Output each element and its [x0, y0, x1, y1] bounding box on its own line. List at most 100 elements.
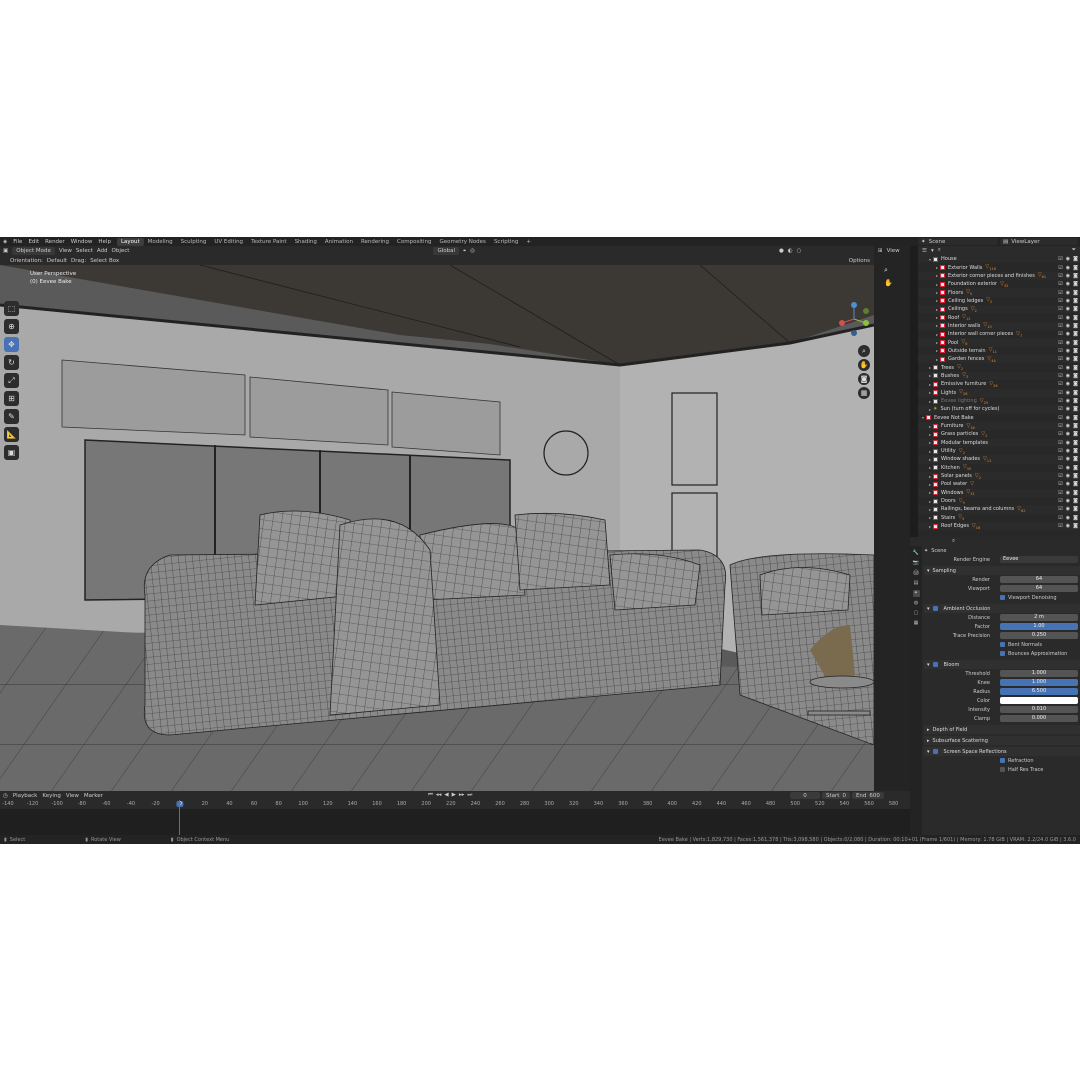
outliner-row[interactable]: ▸ Window shades ▽11 ☑ ◉ ◙ [918, 455, 1080, 464]
camera-render-icon[interactable]: ◙ [1073, 323, 1078, 329]
play-reverse-icon[interactable]: ◀ [444, 792, 448, 799]
visibility-eye-icon[interactable]: ◉ [1066, 523, 1070, 529]
camera-render-icon[interactable]: ◙ [1073, 481, 1078, 487]
include-checkbox-icon[interactable]: ☑ [1058, 390, 1062, 396]
visibility-eye-icon[interactable]: ◉ [1066, 448, 1070, 454]
visibility-eye-icon[interactable]: ◉ [1066, 348, 1070, 354]
outliner-row[interactable]: ▾ House ☑ ◉ ◙ [918, 255, 1080, 264]
npanel-view-tab[interactable]: View [887, 248, 900, 254]
include-checkbox-icon[interactable]: ☑ [1058, 356, 1062, 362]
add-workspace-icon[interactable]: + [522, 238, 535, 246]
expand-right-icon[interactable]: ▸ [929, 482, 931, 487]
ao-trace-field[interactable]: 0.250 [1000, 632, 1078, 639]
editor-type-icon[interactable]: ▣ [3, 248, 8, 254]
pan-hand-icon[interactable]: ✋ [858, 359, 870, 371]
outliner-row[interactable]: ▸ Windows ▽31 ☑ ◉ ◙ [918, 488, 1080, 497]
outliner-row[interactable]: ▾ Eevee Not Bake ☑ ◉ ◙ [918, 414, 1080, 422]
tab-texture-paint[interactable]: Texture Paint [247, 238, 291, 246]
world-tab-icon[interactable]: ◍ [913, 600, 920, 607]
visibility-eye-icon[interactable]: ◉ [1066, 498, 1070, 504]
select-tool-icon[interactable]: ⬚ [4, 301, 19, 316]
expand-right-icon[interactable]: ▸ [929, 432, 931, 437]
expand-right-icon[interactable]: ▸ [929, 465, 931, 470]
expand-right-icon[interactable]: ▸ [936, 315, 938, 320]
playhead[interactable] [179, 800, 180, 835]
expand-right-icon[interactable]: ▸ [929, 440, 931, 445]
visibility-eye-icon[interactable]: ◉ [1066, 290, 1070, 296]
prev-key-icon[interactable]: ◂◂ [436, 792, 442, 799]
expand-right-icon[interactable]: ▸ [929, 515, 931, 520]
output-tab-icon[interactable]: 🖨 [913, 570, 920, 577]
expand-right-icon[interactable]: ▸ [929, 382, 931, 387]
expand-right-icon[interactable]: ▸ [936, 290, 938, 295]
camera-render-icon[interactable]: ◙ [1073, 448, 1078, 454]
timeline-track[interactable] [0, 800, 910, 835]
outliner-row[interactable]: ▸ Interior walls ▽10 ☑ ◉ ◙ [918, 321, 1080, 331]
sss-panel-header[interactable]: ▸ Subsurface Scattering [924, 736, 1080, 745]
include-checkbox-icon[interactable]: ☑ [1058, 298, 1062, 304]
outliner-row[interactable]: ▸ ☀ Sun (turn off for cycles) ☑ ◉ ◙ [918, 405, 1080, 414]
menu-edit[interactable]: Edit [28, 239, 39, 245]
cursor-tool-icon[interactable]: ⊕ [4, 319, 19, 334]
include-checkbox-icon[interactable]: ☑ [1058, 506, 1062, 512]
outliner-row[interactable]: ▸ Floors ▽5 ☑ ◉ ◙ [918, 288, 1080, 297]
include-checkbox-icon[interactable]: ☑ [1058, 415, 1062, 421]
sampling-render-field[interactable]: 64 [1000, 576, 1078, 583]
camera-render-icon[interactable]: ◙ [1073, 265, 1078, 271]
visibility-eye-icon[interactable]: ◉ [1066, 481, 1070, 487]
orientation-dropdown[interactable]: Default [47, 258, 67, 264]
properties-search[interactable]: ⌕ [922, 538, 1080, 545]
visibility-eye-icon[interactable]: ◉ [1066, 365, 1070, 371]
proportional-icon[interactable]: ◎ [470, 248, 475, 254]
dof-panel-header[interactable]: ▸ Depth of Field [924, 725, 1080, 734]
scene-selector[interactable]: ✦ Scene [918, 238, 998, 245]
tab-uv-editing[interactable]: UV Editing [210, 238, 247, 246]
include-checkbox-icon[interactable]: ☑ [1058, 523, 1062, 529]
end-frame-field[interactable]: End 600 [851, 792, 884, 799]
include-checkbox-icon[interactable]: ☑ [1058, 256, 1062, 262]
expand-right-icon[interactable]: ▸ [936, 307, 938, 312]
include-checkbox-icon[interactable]: ☑ [1058, 290, 1062, 296]
outliner-row[interactable]: ▸ Eevee lighting ▽29 ☑ ◉ ◙ [918, 397, 1080, 405]
camera-render-icon[interactable]: ◙ [1073, 373, 1078, 379]
visibility-eye-icon[interactable]: ◉ [1066, 490, 1070, 496]
include-checkbox-icon[interactable]: ☑ [1058, 431, 1062, 437]
visibility-eye-icon[interactable]: ◉ [1066, 315, 1070, 321]
menu-file[interactable]: File [13, 239, 22, 245]
filter-icon[interactable]: ⏷ [1072, 247, 1076, 254]
expand-right-icon[interactable]: ▸ [936, 298, 938, 303]
camera-render-icon[interactable]: ◙ [1073, 340, 1078, 346]
include-checkbox-icon[interactable]: ☑ [1058, 406, 1062, 412]
outliner-editor-icon[interactable]: ☰ [922, 248, 927, 254]
tab-scripting[interactable]: Scripting [490, 238, 522, 246]
visibility-eye-icon[interactable]: ◉ [1066, 323, 1070, 329]
include-checkbox-icon[interactable]: ☑ [1058, 498, 1062, 504]
annotate-tool-icon[interactable]: ✎ [4, 409, 19, 424]
camera-render-icon[interactable]: ◙ [1073, 356, 1078, 362]
visibility-eye-icon[interactable]: ◉ [1066, 381, 1070, 387]
outliner-row[interactable]: ▸ Ceilings ▽2 ☑ ◉ ◙ [918, 305, 1080, 314]
tab-modeling[interactable]: Modeling [144, 238, 177, 246]
outliner-row[interactable]: ▸ Ceiling ledges ▽2 ☑ ◉ ◙ [918, 297, 1080, 305]
expand-right-icon[interactable]: ▸ [929, 390, 931, 395]
visibility-eye-icon[interactable]: ◉ [1066, 473, 1070, 479]
shading-rendered-icon[interactable]: ○ [797, 248, 802, 254]
tab-shading[interactable]: Shading [291, 238, 321, 246]
include-checkbox-icon[interactable]: ☑ [1058, 348, 1062, 354]
camera-render-icon[interactable]: ◙ [1073, 365, 1078, 371]
outliner-row[interactable]: ▸ Doors ▽9 ☑ ◉ ◙ [918, 497, 1080, 505]
expand-right-icon[interactable]: ▸ [936, 340, 938, 345]
expand-right-icon[interactable]: ▸ [936, 357, 938, 362]
expand-right-icon[interactable]: ▸ [936, 323, 938, 328]
visibility-eye-icon[interactable]: ◉ [1066, 273, 1070, 279]
camera-render-icon[interactable]: ◙ [1073, 498, 1078, 504]
include-checkbox-icon[interactable]: ☑ [1058, 365, 1062, 371]
3d-viewport[interactable]: User Perspective (0) Eevee Bake ⬚ ⊕ ✥ ↻ … [0, 265, 874, 791]
bloom-intensity-field[interactable]: 0.010 [1000, 706, 1078, 713]
outliner-row[interactable]: ▸ Bushes ▽3 ☑ ◉ ◙ [918, 371, 1080, 381]
camera-render-icon[interactable]: ◙ [1073, 348, 1078, 354]
include-checkbox-icon[interactable]: ☑ [1058, 398, 1062, 404]
visibility-eye-icon[interactable]: ◉ [1066, 340, 1070, 346]
include-checkbox-icon[interactable]: ☑ [1058, 273, 1062, 279]
menu-timeline-view[interactable]: View [66, 793, 79, 799]
